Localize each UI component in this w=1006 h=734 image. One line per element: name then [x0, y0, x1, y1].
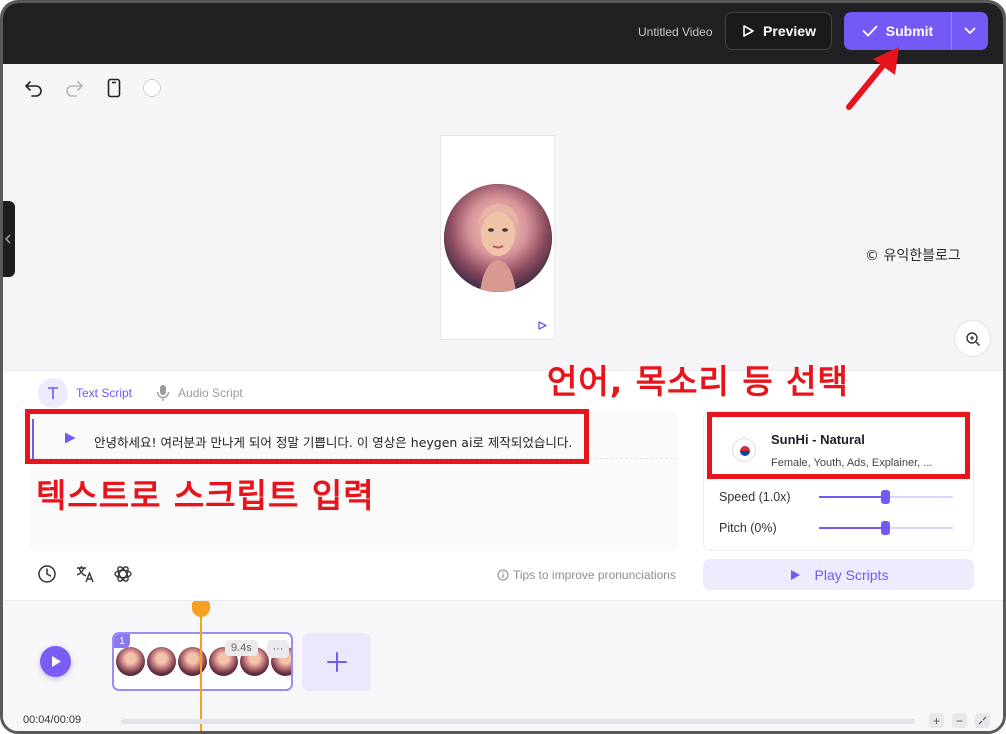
info-icon: [497, 569, 509, 581]
openai-icon[interactable]: [113, 564, 133, 584]
preview-label: Preview: [763, 23, 816, 39]
tab-text-script[interactable]: Text Script: [38, 378, 132, 408]
timeline-play-button[interactable]: [40, 646, 71, 677]
collapse-icon: [978, 716, 987, 725]
clip-duration: 9.4s: [225, 640, 258, 656]
time-readout: 00:04/00:09: [23, 714, 82, 726]
timeline-zoom-controls: + −: [929, 713, 990, 728]
tab-audio-script-label: Audio Script: [178, 386, 243, 400]
tips-label: Tips to improve pronunciations: [513, 568, 676, 582]
timeline-zoom-in-button[interactable]: +: [929, 713, 944, 728]
redo-icon[interactable]: [63, 77, 85, 99]
script-tabs: Text Script Audio Script: [38, 378, 243, 408]
pitch-slider-row: Pitch (0%): [719, 518, 959, 538]
timeline-fit-button[interactable]: [975, 713, 990, 728]
check-icon: [862, 25, 878, 37]
play-icon: [51, 656, 61, 667]
heygen-logo-icon: [538, 321, 547, 330]
zoom-in-icon: [965, 331, 980, 346]
microphone-icon: [156, 385, 170, 401]
avatar-portrait: [444, 184, 552, 292]
timeline-clip[interactable]: 1 9.4s ···: [112, 632, 293, 691]
annotation-arrow: [846, 47, 899, 110]
chevron-left-icon: [5, 234, 11, 244]
speed-slider[interactable]: [819, 490, 953, 504]
annotation-script-box: [25, 409, 589, 464]
text-t-icon: [38, 378, 68, 408]
timeline-zoom-out-button[interactable]: −: [952, 713, 967, 728]
background-color-swatch[interactable]: [143, 79, 161, 97]
submit-dropdown-button[interactable]: [952, 12, 988, 50]
play-outline-icon: [743, 25, 754, 37]
pronunciation-tips-link[interactable]: Tips to improve pronunciations: [497, 568, 676, 582]
pitch-label: Pitch (0%): [719, 521, 777, 535]
playhead-handle[interactable]: [192, 601, 210, 617]
plus-icon: [326, 652, 347, 672]
submit-label: Submit: [885, 23, 934, 39]
annotation-voice-select: 언어, 목소리 등 선택: [547, 362, 849, 401]
play-scripts-button[interactable]: Play Scripts: [703, 559, 974, 590]
avatar-image[interactable]: [444, 184, 552, 292]
zoom-in-button[interactable]: [954, 320, 991, 357]
portrait-layout-icon[interactable]: [103, 77, 125, 99]
script-tools: [37, 564, 133, 584]
pitch-slider-thumb[interactable]: [881, 521, 890, 535]
play-icon: [790, 569, 800, 580]
app-window: Untitled Video Preview Submit © 유익한블로그 T…: [0, 0, 1006, 734]
chevron-down-icon: [964, 27, 976, 34]
pitch-slider[interactable]: [819, 521, 953, 535]
video-title[interactable]: Untitled Video: [638, 25, 713, 39]
clip-more-button[interactable]: ···: [267, 640, 289, 658]
tab-text-script-label: Text Script: [76, 386, 133, 400]
play-scripts-label: Play Scripts: [814, 566, 889, 583]
canvas-toolbar: [23, 77, 161, 99]
video-canvas[interactable]: [440, 135, 555, 340]
timeline: 1 9.4s ··· 00:04/00:09 + −: [3, 600, 1003, 731]
clock-icon[interactable]: [37, 564, 57, 584]
speed-label: Speed (1.0x): [719, 490, 791, 504]
add-clip-button[interactable]: [302, 633, 371, 691]
undo-icon[interactable]: [23, 77, 45, 99]
translate-icon[interactable]: [75, 564, 95, 584]
tab-audio-script[interactable]: Audio Script: [156, 384, 243, 402]
annotation-text-input: 텍스트로 스크립트 입력: [36, 476, 375, 515]
watermark-text: © 유익한블로그: [865, 248, 961, 264]
speed-slider-row: Speed (1.0x): [719, 487, 959, 507]
clip-number: 1: [114, 634, 130, 648]
playhead-line[interactable]: [200, 601, 202, 731]
speed-slider-thumb[interactable]: [881, 490, 890, 504]
preview-button[interactable]: Preview: [725, 12, 832, 50]
annotation-voice-box: [707, 412, 970, 479]
timeline-scrollbar[interactable]: [121, 719, 915, 724]
sidebar-collapse-tab[interactable]: [3, 201, 15, 277]
